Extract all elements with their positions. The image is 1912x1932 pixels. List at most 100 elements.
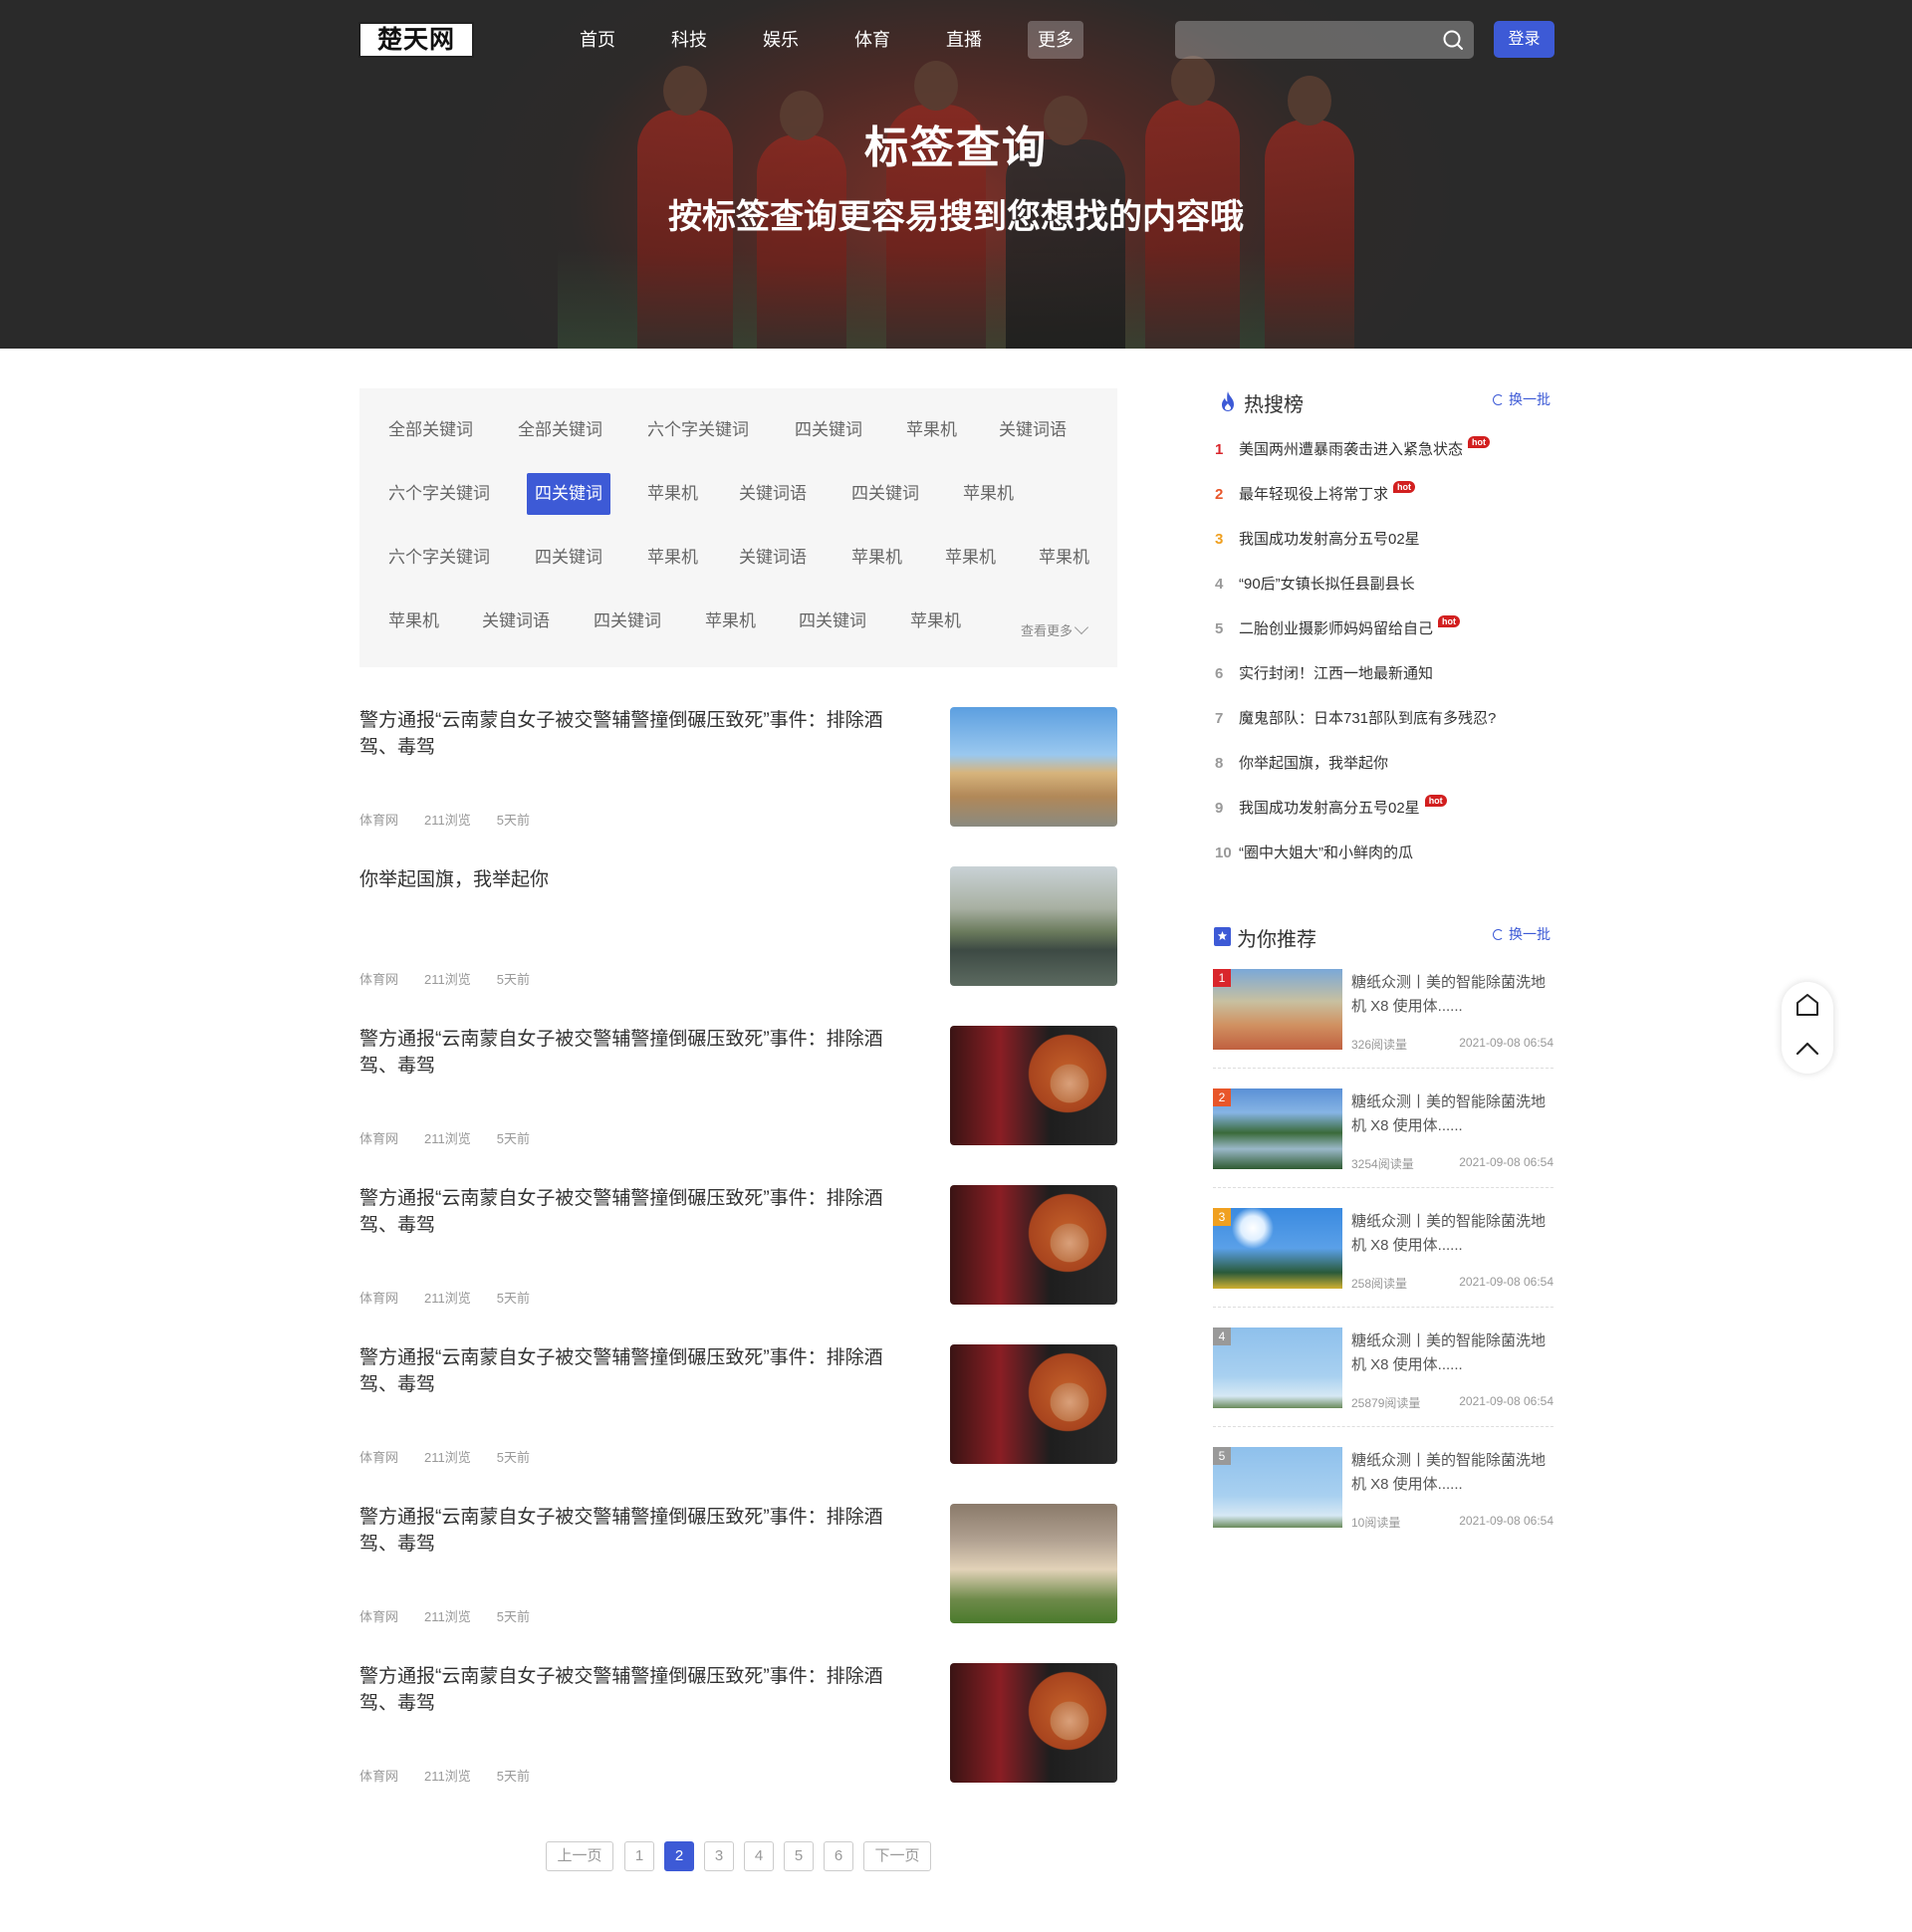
- hot-text[interactable]: 我国成功发射高分五号02星: [1239, 531, 1420, 548]
- recommend-item-title[interactable]: 糖纸众测丨美的智能除菌洗地机 X8 使用体......: [1351, 1210, 1551, 1258]
- article-thumbnail[interactable]: [950, 1344, 1117, 1464]
- hot-search-item[interactable]: 4 “90后”女镇长拟任县副县长: [1215, 573, 1415, 597]
- recommend-item[interactable]: 2 糖纸众测丨美的智能除菌洗地机 X8 使用体...... 3254阅读量 20…: [1213, 1088, 1554, 1188]
- article-thumbnail[interactable]: [950, 1663, 1117, 1783]
- page-button[interactable]: 6: [824, 1841, 853, 1871]
- recommend-item[interactable]: 4 糖纸众测丨美的智能除菌洗地机 X8 使用体...... 25879阅读量 2…: [1213, 1328, 1554, 1427]
- site-logo[interactable]: 楚天网: [358, 22, 474, 58]
- hot-text[interactable]: “圈中大姐大”和小鲜肉的瓜: [1239, 845, 1413, 861]
- hot-search-item[interactable]: 10 “圈中大姐大”和小鲜肉的瓜: [1215, 842, 1413, 865]
- view-more-tags[interactable]: 查看更多: [1021, 619, 1089, 639]
- hot-text[interactable]: 实行封闭！江西一地最新通知: [1239, 665, 1433, 682]
- tag-item[interactable]: 苹果机: [955, 473, 1022, 515]
- recommend-thumbnail[interactable]: 4: [1213, 1328, 1342, 1408]
- hot-search-refresh[interactable]: 换一批: [1493, 389, 1551, 409]
- recommend-thumbnail[interactable]: 2: [1213, 1088, 1342, 1169]
- tag-item-active[interactable]: 四关键词: [527, 473, 610, 515]
- article-title[interactable]: 警方通报“云南蒙自女子被交警辅警撞倒碾压致死”事件：排除酒驾、毒驾: [359, 1663, 917, 1717]
- tag-item[interactable]: 关键词语: [474, 601, 558, 642]
- page-button[interactable]: 1: [624, 1841, 654, 1871]
- article-thumbnail[interactable]: [950, 707, 1117, 827]
- recommend-thumbnail[interactable]: 3: [1213, 1208, 1342, 1289]
- recommend-item-title[interactable]: 糖纸众测丨美的智能除菌洗地机 X8 使用体......: [1351, 1329, 1551, 1377]
- article-title[interactable]: 你举起国旗，我举起你: [359, 866, 917, 893]
- tag-item[interactable]: 全部关键词: [380, 409, 481, 451]
- page-button[interactable]: 4: [744, 1841, 774, 1871]
- nav-item-more[interactable]: 更多: [1028, 21, 1083, 59]
- hot-text[interactable]: “90后”女镇长拟任县副县长: [1239, 576, 1415, 593]
- recommend-item-title[interactable]: 糖纸众测丨美的智能除菌洗地机 X8 使用体......: [1351, 1090, 1551, 1138]
- article-thumbnail[interactable]: [950, 1026, 1117, 1145]
- nav-item-entertainment[interactable]: 娱乐: [753, 21, 809, 59]
- hot-search-item[interactable]: 2 最年轻现役上将常丁求 hot: [1215, 481, 1416, 507]
- tag-item[interactable]: 苹果机: [380, 601, 447, 642]
- tag-item[interactable]: 苹果机: [639, 537, 706, 579]
- prev-page-button[interactable]: 上一页: [546, 1841, 613, 1871]
- hot-text[interactable]: 二胎创业摄影师妈妈留给自己: [1239, 620, 1433, 637]
- page-button[interactable]: 5: [784, 1841, 814, 1871]
- tag-item[interactable]: 关键词语: [731, 473, 815, 515]
- tag-item[interactable]: 四关键词: [787, 409, 870, 451]
- article-item[interactable]: 警方通报“云南蒙自女子被交警辅警撞倒碾压致死”事件：排除酒驾、毒驾 体育网 211…: [359, 1344, 1117, 1466]
- article-title[interactable]: 警方通报“云南蒙自女子被交警辅警撞倒碾压致死”事件：排除酒驾、毒驾: [359, 1026, 917, 1080]
- recommend-item[interactable]: 3 糖纸众测丨美的智能除菌洗地机 X8 使用体...... 258阅读量 202…: [1213, 1208, 1554, 1308]
- article-item[interactable]: 警方通报“云南蒙自女子被交警辅警撞倒碾压致死”事件：排除酒驾、毒驾 体育网 211…: [359, 1663, 1117, 1785]
- tag-item[interactable]: 苹果机: [937, 537, 1004, 579]
- hot-search-item[interactable]: 9 我国成功发射高分五号02星 hot: [1215, 795, 1447, 821]
- tag-item[interactable]: 六个字关键词: [380, 537, 498, 579]
- tag-item[interactable]: 苹果机: [697, 601, 764, 642]
- recommend-item[interactable]: 1 糖纸众测丨美的智能除菌洗地机 X8 使用体...... 326阅读量 202…: [1213, 969, 1554, 1069]
- page-button[interactable]: 3: [704, 1841, 734, 1871]
- article-thumbnail[interactable]: [950, 866, 1117, 986]
- article-item[interactable]: 警方通报“云南蒙自女子被交警辅警撞倒碾压致死”事件：排除酒驾、毒驾 体育网 211…: [359, 707, 1117, 829]
- back-to-top-button[interactable]: [1782, 1028, 1833, 1074]
- page-button-current[interactable]: 2: [664, 1841, 694, 1871]
- tag-item[interactable]: 关键词语: [731, 537, 815, 579]
- tag-item[interactable]: 四关键词: [586, 601, 669, 642]
- article-item[interactable]: 警方通报“云南蒙自女子被交警辅警撞倒碾压致死”事件：排除酒驾、毒驾 体育网 211…: [359, 1185, 1117, 1307]
- hot-search-item[interactable]: 1 美国两州遭暴雨袭击进入紧急状态 hot: [1215, 436, 1491, 462]
- nav-item-tech[interactable]: 科技: [661, 21, 717, 59]
- tag-item[interactable]: 苹果机: [639, 473, 706, 515]
- nav-item-live[interactable]: 直播: [936, 21, 992, 59]
- hot-search-item[interactable]: 6 实行封闭！江西一地最新通知: [1215, 662, 1433, 686]
- tag-item[interactable]: 苹果机: [1031, 537, 1097, 579]
- nav-item-home[interactable]: 首页: [570, 21, 625, 59]
- article-thumbnail[interactable]: [950, 1504, 1117, 1623]
- recommend-refresh[interactable]: 换一批: [1493, 924, 1551, 944]
- tag-item[interactable]: 四关键词: [527, 537, 610, 579]
- article-item[interactable]: 你举起国旗，我举起你 体育网 211浏览 5天前: [359, 866, 1117, 988]
- recommend-thumbnail[interactable]: 1: [1213, 969, 1342, 1050]
- search-icon[interactable]: [1442, 29, 1464, 51]
- article-item[interactable]: 警方通报“云南蒙自女子被交警辅警撞倒碾压致死”事件：排除酒驾、毒驾 体育网 211…: [359, 1504, 1117, 1625]
- hot-search-item[interactable]: 5 二胎创业摄影师妈妈留给自己 hot: [1215, 615, 1461, 641]
- article-thumbnail[interactable]: [950, 1185, 1117, 1305]
- tag-item[interactable]: 六个字关键词: [639, 409, 757, 451]
- hot-search-item[interactable]: 8 你举起国旗，我举起你: [1215, 752, 1388, 776]
- tag-item[interactable]: 四关键词: [791, 601, 874, 642]
- tag-item[interactable]: 苹果机: [843, 537, 910, 579]
- tag-item[interactable]: 苹果机: [898, 409, 965, 451]
- tag-item[interactable]: 六个字关键词: [380, 473, 498, 515]
- next-page-button[interactable]: 下一页: [863, 1841, 931, 1871]
- hot-text[interactable]: 魔鬼部队：日本731部队到底有多残忍?: [1239, 710, 1496, 727]
- hot-search-item[interactable]: 7 魔鬼部队：日本731部队到底有多残忍?: [1215, 707, 1496, 731]
- tag-item[interactable]: 苹果机: [902, 601, 969, 642]
- nav-item-sports[interactable]: 体育: [844, 21, 900, 59]
- article-title[interactable]: 警方通报“云南蒙自女子被交警辅警撞倒碾压致死”事件：排除酒驾、毒驾: [359, 707, 917, 761]
- home-button[interactable]: [1782, 982, 1833, 1028]
- recommend-item-title[interactable]: 糖纸众测丨美的智能除菌洗地机 X8 使用体......: [1351, 1449, 1551, 1497]
- tag-item[interactable]: 全部关键词: [510, 409, 610, 451]
- recommend-thumbnail[interactable]: 5: [1213, 1447, 1342, 1528]
- article-title[interactable]: 警方通报“云南蒙自女子被交警辅警撞倒碾压致死”事件：排除酒驾、毒驾: [359, 1344, 917, 1398]
- search-input[interactable]: [1175, 21, 1434, 59]
- tag-item[interactable]: 关键词语: [991, 409, 1075, 451]
- recommend-item[interactable]: 5 糖纸众测丨美的智能除菌洗地机 X8 使用体...... 10阅读量 2021…: [1213, 1447, 1554, 1547]
- article-item[interactable]: 警方通报“云南蒙自女子被交警辅警撞倒碾压致死”事件：排除酒驾、毒驾 体育网 211…: [359, 1026, 1117, 1147]
- hot-text[interactable]: 我国成功发射高分五号02星: [1239, 800, 1420, 817]
- article-title[interactable]: 警方通报“云南蒙自女子被交警辅警撞倒碾压致死”事件：排除酒驾、毒驾: [359, 1185, 917, 1239]
- hot-text[interactable]: 美国两州遭暴雨袭击进入紧急状态: [1239, 441, 1463, 458]
- recommend-item-title[interactable]: 糖纸众测丨美的智能除菌洗地机 X8 使用体......: [1351, 971, 1551, 1019]
- hot-text[interactable]: 最年轻现役上将常丁求: [1239, 486, 1388, 503]
- hot-search-item[interactable]: 3 我国成功发射高分五号02星: [1215, 528, 1420, 552]
